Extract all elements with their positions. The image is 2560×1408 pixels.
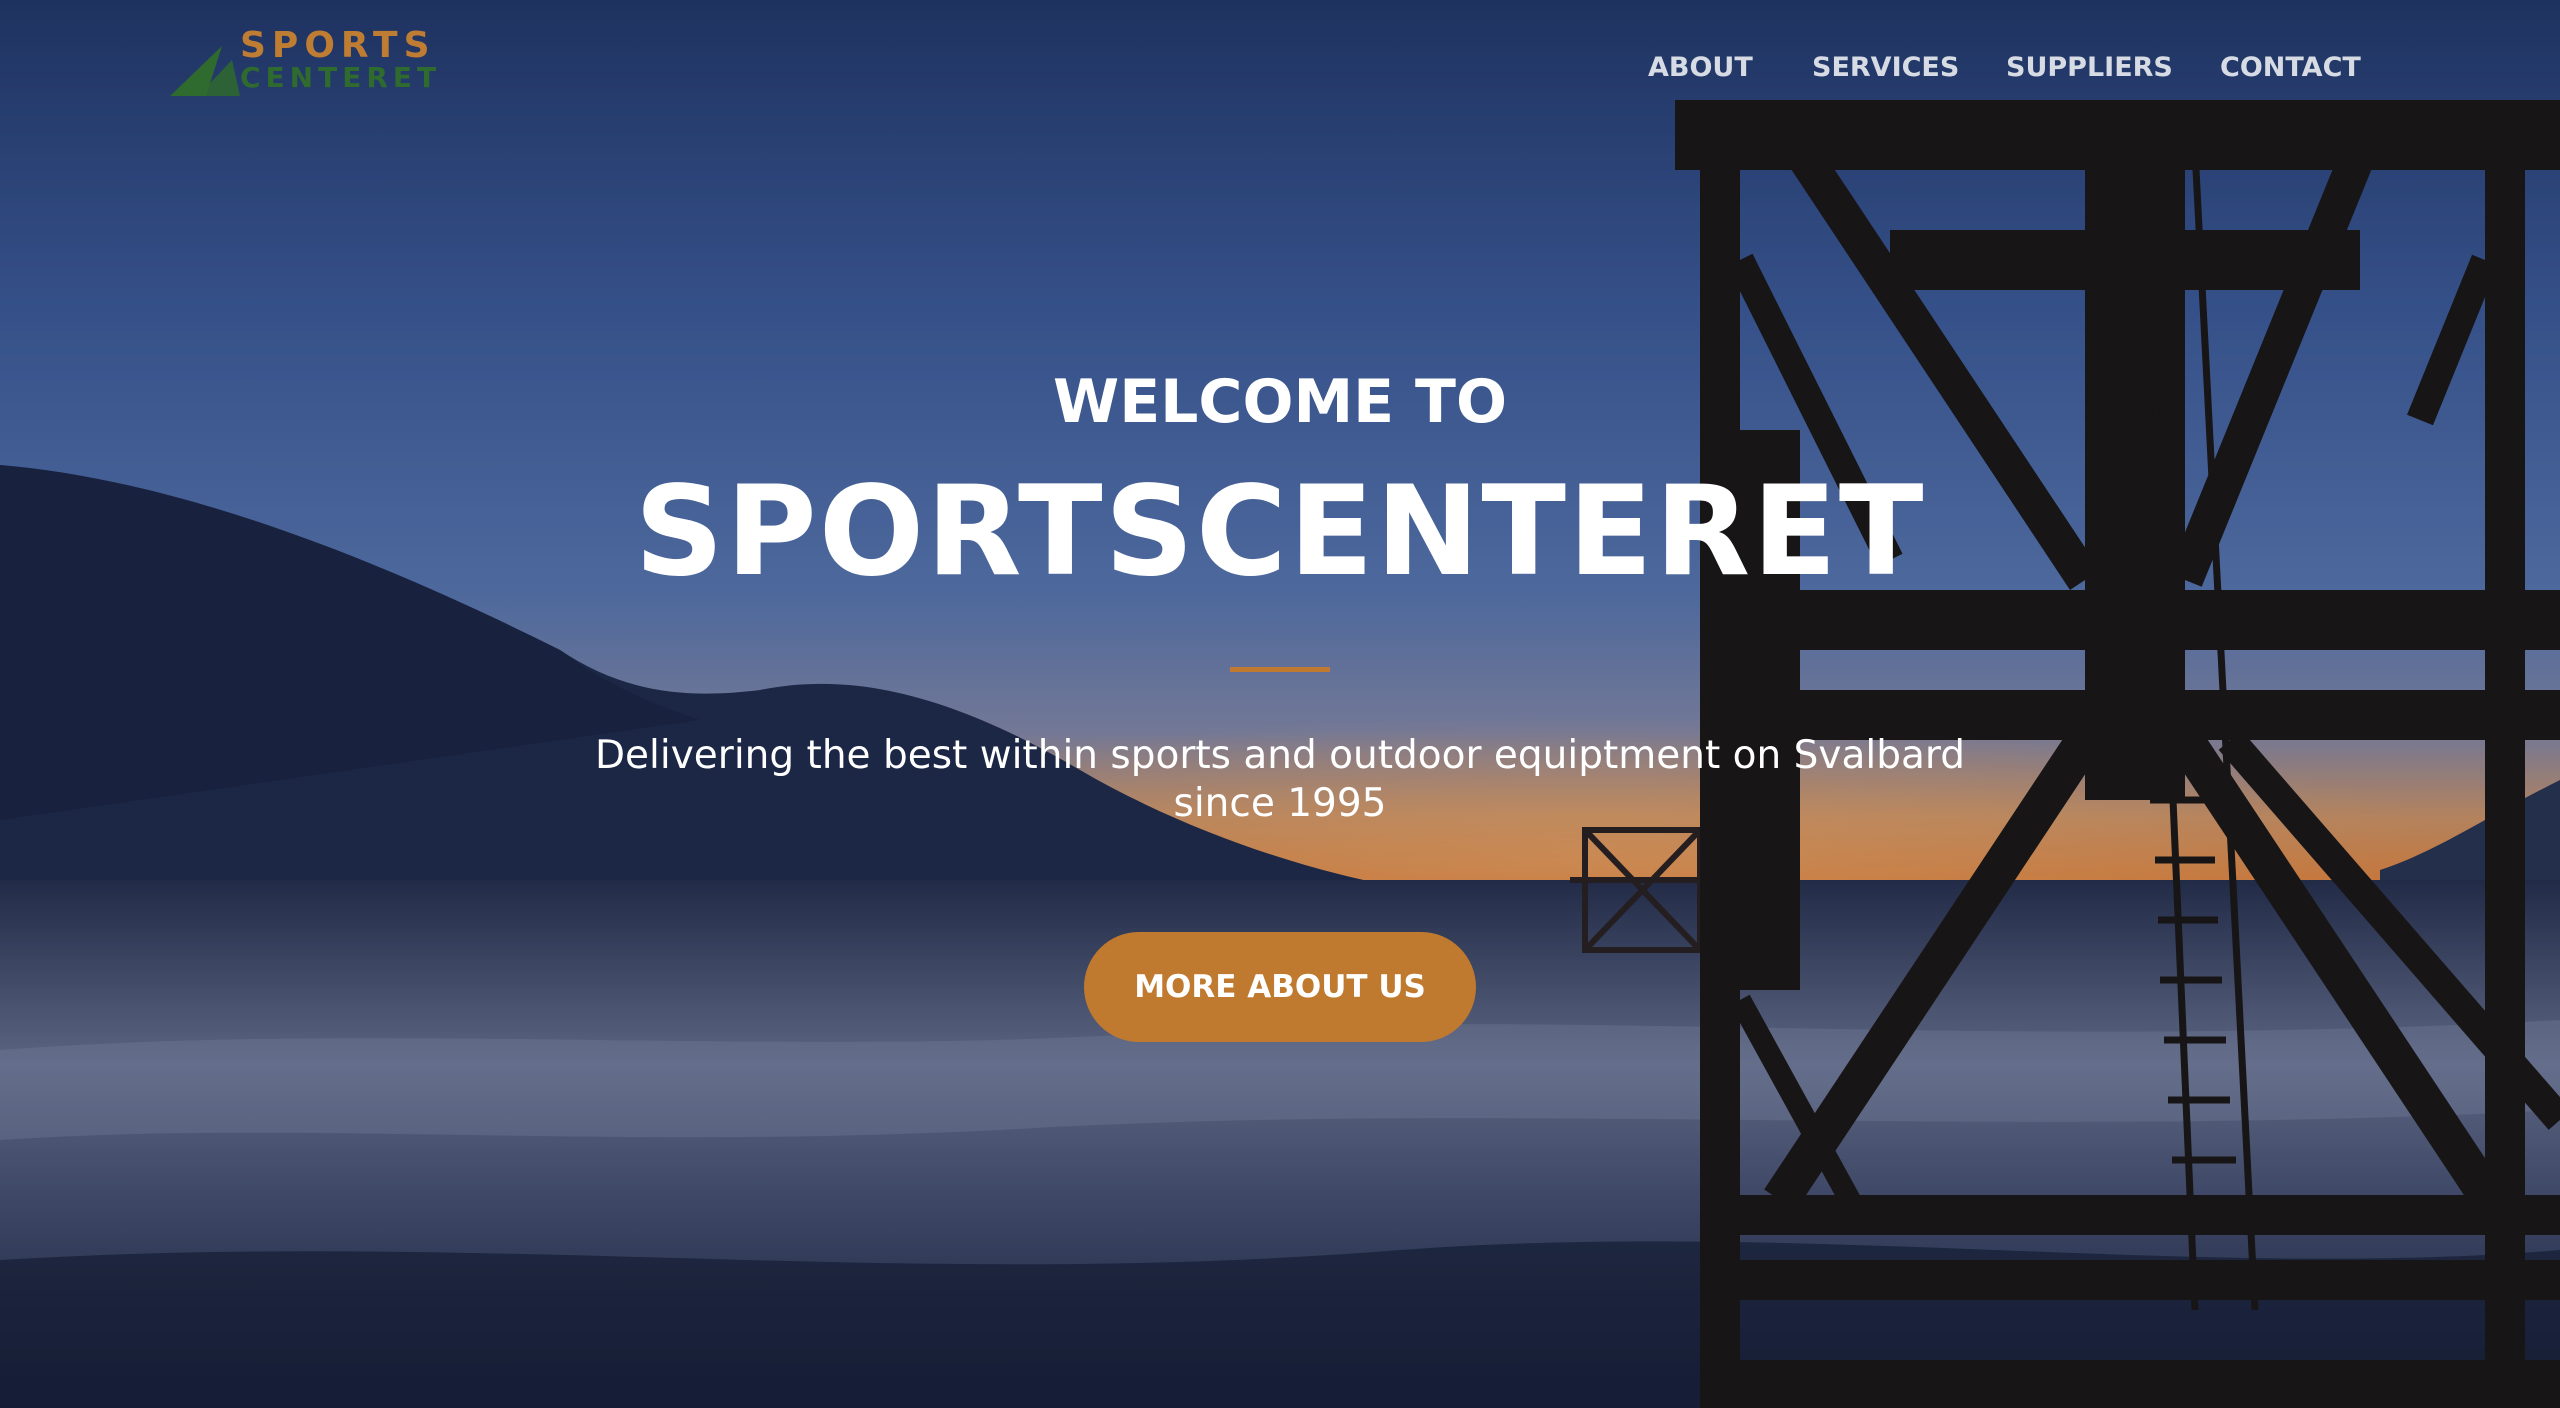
nav-link-services[interactable]: SERVICES: [1812, 48, 1959, 88]
hero-tagline: Delivering the best within sports and ou…: [595, 733, 1965, 826]
logo-text-centeret: CENTERET: [240, 61, 442, 94]
logo-text-sports: SPORTS: [240, 25, 436, 66]
nav-link-about[interactable]: ABOUT: [1648, 48, 1753, 88]
hero-background-image: [0, 0, 2560, 1408]
nav-link-contact[interactable]: CONTACT: [2220, 48, 2361, 88]
hero-title: SPORTSCENTERET: [634, 460, 1926, 604]
more-about-us-button[interactable]: MORE ABOUT US: [1084, 932, 1476, 1042]
hero-welcome-text: WELCOME TO: [1053, 367, 1507, 437]
main-nav: ABOUT SERVICES SUPPLIERS CONTACT: [1620, 48, 2380, 88]
logo-mountain-icon: [170, 46, 240, 96]
brand-logo[interactable]: SPORTS CENTERET: [170, 26, 436, 96]
nav-link-suppliers[interactable]: SUPPLIERS: [2006, 48, 2173, 88]
hero-divider: [1230, 667, 1330, 672]
page: SPORTS CENTERET ABOUT SERVICES SUPPLIERS…: [0, 0, 2560, 1408]
